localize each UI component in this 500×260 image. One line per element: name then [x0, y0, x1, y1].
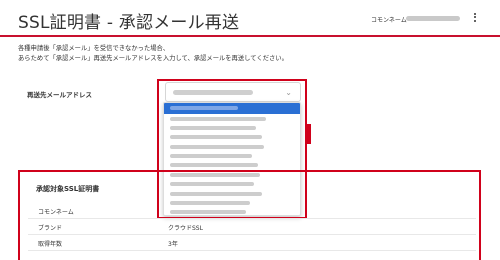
instructions-line-1: 各種申請後「承認メール」を受信できなかった場合、	[18, 45, 170, 52]
instructions: 各種申請後「承認メール」を受信できなかった場合、 あらためて「承認メール」再送先…	[18, 44, 288, 64]
certificate-title: 承認対象SSL証明書	[36, 185, 100, 193]
dropdown-scroll-indicator	[306, 124, 311, 144]
row-value: クラウドSSL	[168, 225, 203, 232]
common-name-label: コモンネーム	[371, 17, 407, 24]
row-key: 取得年数	[38, 241, 63, 248]
instructions-line-2: あらためて「承認メール」再送先メールアドレスを入力して、承認メールを再送してくだ…	[18, 55, 288, 62]
row-key: コモンネーム	[38, 209, 74, 216]
certificate-row-years: 取得年数 3年	[28, 235, 476, 251]
page-header: SSL証明書 - 承認メール再送 コモンネーム	[0, 0, 500, 37]
certificate-row-common-name: コモンネーム	[28, 203, 476, 219]
common-name-value-redacted	[406, 16, 460, 21]
more-menu-icon[interactable]	[471, 11, 479, 25]
certificate-row-brand: ブランド クラウドSSL	[28, 219, 476, 235]
row-key: ブランド	[38, 225, 63, 232]
resend-address-label: 再送先メールアドレス	[27, 91, 92, 99]
row-value: 3年	[168, 241, 178, 248]
page-title: SSL証明書 - 承認メール再送	[18, 13, 240, 33]
